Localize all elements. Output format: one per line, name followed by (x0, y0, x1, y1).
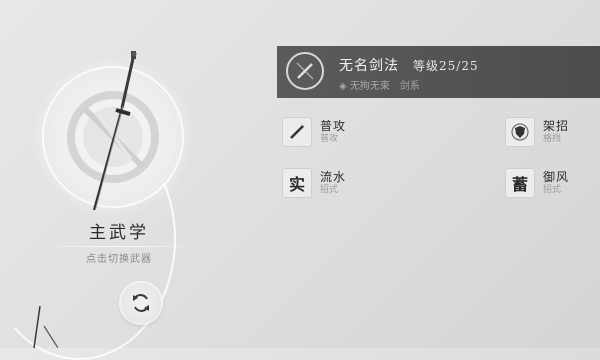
sword-skill-icon (286, 52, 324, 90)
skill-type: 招式 (543, 185, 562, 195)
main-martial-label: 主武学 (89, 223, 149, 243)
skill-parry[interactable]: 架招 格挡 (505, 117, 569, 147)
skill-type: 招式 (320, 185, 339, 195)
skill-flowing-water[interactable]: 实 流水 招式 (282, 168, 346, 198)
skill-set-subtitle: ◈ 无拘无束 剑系 (339, 77, 420, 92)
refresh-icon (133, 294, 149, 312)
skill-name: 架招 (543, 119, 570, 133)
switch-weapon-button[interactable] (121, 283, 161, 323)
skill-header-bar: 无名剑法 等级25/25 ◈ 无拘无束 剑系 (277, 46, 600, 98)
skill-type: 普攻 (320, 134, 339, 144)
skill-name: 御风 (543, 170, 570, 184)
skill-name: 普攻 (320, 119, 347, 133)
shield-icon (505, 117, 535, 147)
skill-type: 格挡 (543, 134, 562, 144)
skill-set-category: 剑系 (399, 81, 420, 92)
skill-glyph-icon: 蓄 (505, 168, 535, 198)
secondary-blade-icon (33, 306, 58, 348)
skill-glyph-icon: 实 (282, 168, 312, 198)
tag-icon: ◈ (339, 81, 347, 92)
sword-slash-icon (282, 117, 312, 147)
skill-set-name: 无名剑法 (339, 58, 399, 74)
skill-name: 流水 (320, 170, 347, 184)
sword-weapon-icon (92, 51, 137, 211)
skill-basic-attack[interactable]: 普攻 普攻 (282, 117, 346, 147)
skill-wind-guard[interactable]: 蓄 御风 招式 (505, 168, 569, 198)
skill-set-level: 等级25/25 (413, 59, 479, 73)
switch-weapon-hint: 点击切换武器 (86, 254, 152, 265)
label-divider (38, 246, 198, 247)
skill-set-trait: 无拘无束 (349, 81, 390, 92)
